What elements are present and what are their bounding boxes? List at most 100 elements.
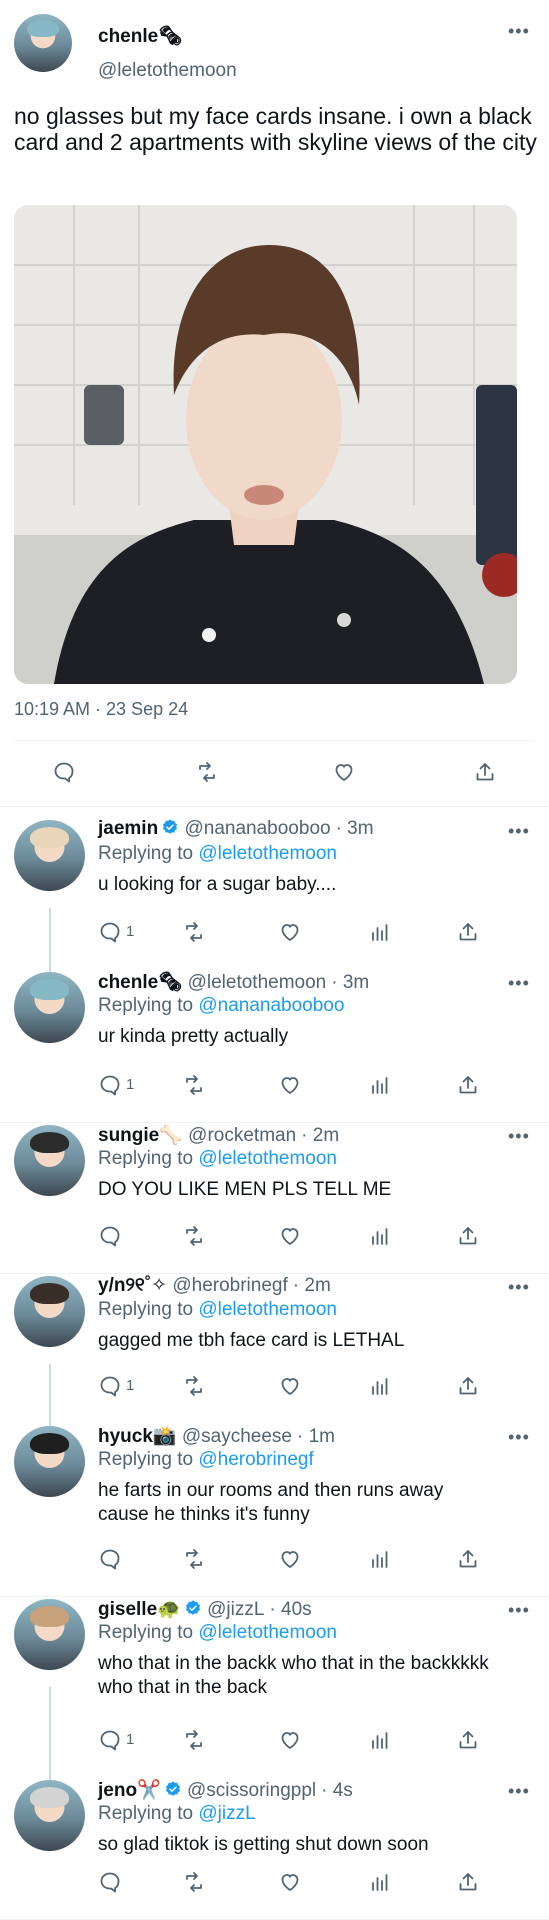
more-icon[interactable]: ••• (508, 1782, 530, 1800)
reply-time[interactable]: · 2m (301, 1125, 339, 1146)
replying-to-label: Replying to (98, 843, 194, 864)
replying-to-mention[interactable]: @herobrinegf (198, 1449, 313, 1470)
reply-time[interactable]: · 2m (293, 1275, 331, 1296)
views-icon[interactable] (368, 1374, 392, 1398)
retweet-icon[interactable] (182, 1547, 206, 1571)
reply-time[interactable]: · 1m (297, 1426, 335, 1447)
replying-to-label: Replying to (98, 1148, 194, 1169)
reply-avatar[interactable] (14, 1599, 85, 1670)
reply-header: giselle🐢 @jizzL · 40s (98, 1597, 498, 1621)
retweet-icon[interactable] (182, 1073, 206, 1097)
reply-icon[interactable] (98, 1870, 122, 1894)
reply-author-handle[interactable]: @rocketman (188, 1125, 296, 1146)
reply-author-name[interactable]: sungie🦴 (98, 1125, 183, 1146)
like-icon[interactable] (278, 1728, 302, 1752)
reply-time[interactable]: · 3m (331, 972, 369, 993)
like-icon[interactable] (278, 1374, 302, 1398)
reply-text: so glad tiktok is getting shut down soon (98, 1834, 429, 1855)
reply-author-name[interactable]: hyuck📸 (98, 1426, 177, 1447)
more-icon[interactable]: ••• (508, 974, 530, 992)
reply-avatar[interactable] (14, 1426, 85, 1497)
main-tweet-text: no glasses but my face cards insane. i o… (14, 103, 537, 155)
retweet-icon[interactable] (195, 760, 219, 784)
reply-icon[interactable] (98, 1547, 122, 1571)
share-icon[interactable] (473, 760, 497, 784)
replying-to-label: Replying to (98, 1449, 194, 1470)
more-icon[interactable]: ••• (508, 822, 530, 840)
reply-author-handle[interactable]: @leletothemoon (188, 972, 327, 993)
reply-time[interactable]: · 4s (321, 1780, 353, 1801)
reply-avatar[interactable] (14, 1780, 85, 1851)
retweet-icon[interactable] (182, 1374, 206, 1398)
reply-author-name[interactable]: giselle🐢 (98, 1599, 181, 1620)
reply-icon[interactable] (98, 1374, 122, 1398)
reply-count: 1 (126, 1377, 135, 1394)
like-icon[interactable] (278, 920, 302, 944)
share-icon[interactable] (456, 920, 480, 944)
main-author-handle[interactable]: @leletothemoon (98, 60, 237, 82)
like-icon[interactable] (278, 1547, 302, 1571)
reply-avatar[interactable] (14, 820, 85, 891)
main-avatar[interactable] (14, 14, 72, 72)
reply-author-name[interactable]: jeno✂️ (98, 1780, 161, 1801)
replying-to: Replying to @leletothemoon (98, 1621, 337, 1645)
share-icon[interactable] (456, 1224, 480, 1248)
reply-author-name[interactable]: chenle🗞 (98, 972, 182, 993)
replying-to-mention[interactable]: @nananabooboo (198, 995, 344, 1016)
reply-author-name[interactable]: y/n୨୧˚✧ (98, 1275, 167, 1296)
reply-text: ur kinda pretty actually (98, 1026, 289, 1047)
main-author-name[interactable]: chenle🗞 (98, 24, 182, 48)
reply-author-handle[interactable]: @herobrinegf (172, 1275, 287, 1296)
share-icon[interactable] (456, 1728, 480, 1752)
reply-icon[interactable] (98, 1728, 122, 1752)
reply-author-handle[interactable]: @nananabooboo (184, 818, 330, 839)
reply-time[interactable]: · 3m (336, 818, 374, 839)
views-icon[interactable] (368, 1547, 392, 1571)
reply-icon[interactable] (98, 920, 122, 944)
reply-avatar[interactable] (14, 1125, 85, 1196)
reply-time[interactable]: · 40s (269, 1599, 311, 1620)
reply-author-handle[interactable]: @scissoringppl (187, 1780, 316, 1801)
share-icon[interactable] (456, 1870, 480, 1894)
more-icon[interactable]: ••• (508, 1278, 530, 1296)
retweet-icon[interactable] (182, 1870, 206, 1894)
tweet-photo[interactable] (14, 205, 517, 684)
reply-count: 1 (126, 923, 135, 940)
reply-author-handle[interactable]: @saycheese (182, 1426, 292, 1447)
views-icon[interactable] (368, 920, 392, 944)
more-icon[interactable]: ••• (508, 1127, 530, 1145)
views-icon[interactable] (368, 1728, 392, 1752)
like-icon[interactable] (278, 1073, 302, 1097)
reply-avatar[interactable] (14, 1276, 85, 1347)
reply-avatar[interactable] (14, 972, 85, 1043)
replying-to-mention[interactable]: @jizzL (198, 1803, 255, 1824)
more-icon[interactable]: ••• (508, 22, 530, 40)
views-icon[interactable] (368, 1073, 392, 1097)
replying-to-mention[interactable]: @leletothemoon (198, 1299, 337, 1320)
share-icon[interactable] (456, 1374, 480, 1398)
replying-to-mention[interactable]: @leletothemoon (198, 1148, 337, 1169)
replying-to-mention[interactable]: @leletothemoon (198, 1622, 337, 1643)
replying-to-label: Replying to (98, 1299, 194, 1320)
reply-author-handle[interactable]: @jizzL (207, 1599, 264, 1620)
reply-header: sungie🦴 @rocketman · 2m (98, 1123, 498, 1147)
reply-icon[interactable] (98, 1224, 122, 1248)
like-icon[interactable] (332, 760, 356, 784)
views-icon[interactable] (368, 1224, 392, 1248)
more-icon[interactable]: ••• (508, 1601, 530, 1619)
replying-to-label: Replying to (98, 1803, 194, 1824)
reply-icon[interactable] (52, 760, 76, 784)
retweet-icon[interactable] (182, 1224, 206, 1248)
share-icon[interactable] (456, 1547, 480, 1571)
like-icon[interactable] (278, 1870, 302, 1894)
views-icon[interactable] (368, 1870, 392, 1894)
reply-author-name[interactable]: jaemin (98, 818, 158, 839)
retweet-icon[interactable] (182, 920, 206, 944)
like-icon[interactable] (278, 1224, 302, 1248)
main-timestamp[interactable]: 10:19 AM · 23 Sep 24 (14, 699, 188, 720)
reply-icon[interactable] (98, 1073, 122, 1097)
replying-to-mention[interactable]: @leletothemoon (198, 843, 337, 864)
share-icon[interactable] (456, 1073, 480, 1097)
retweet-icon[interactable] (182, 1728, 206, 1752)
more-icon[interactable]: ••• (508, 1428, 530, 1446)
